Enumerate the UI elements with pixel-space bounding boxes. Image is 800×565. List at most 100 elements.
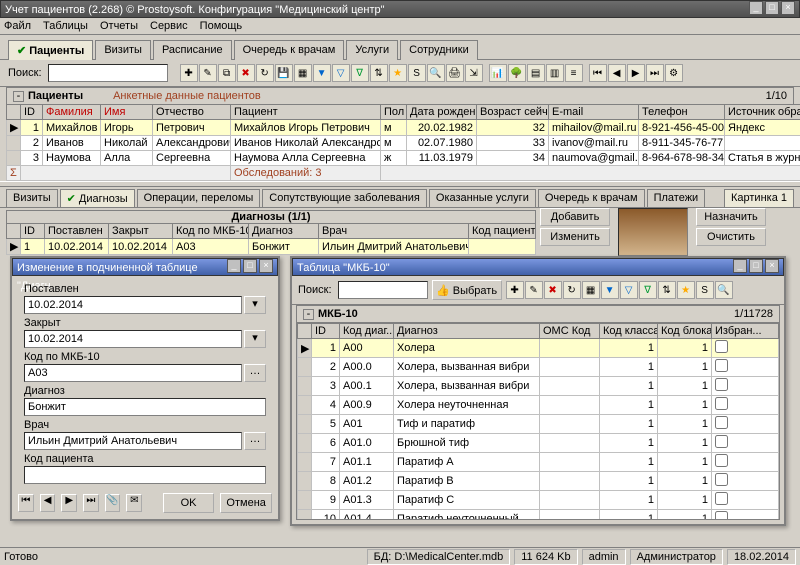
table-row[interactable]: 4A00.9Холера неуточненная11 (298, 396, 779, 415)
grid-icon[interactable]: ▦ (582, 281, 600, 299)
sql-icon[interactable]: S (696, 281, 714, 299)
cancel-button[interactable]: Отмена (220, 493, 272, 513)
date-picker-icon[interactable]: ▾ (244, 330, 266, 348)
grid-icon[interactable]: ▦ (294, 64, 312, 82)
sort-icon[interactable]: ⇅ (370, 64, 388, 82)
sort-icon[interactable]: ⇅ (658, 281, 676, 299)
edit-icon[interactable]: ✎ (525, 281, 543, 299)
table-row[interactable]: ▶1МихайловИгорьПетровичМихайлов Игорь Пе… (7, 120, 800, 136)
grid2-icon[interactable]: ▥ (546, 64, 564, 82)
subtab-platezhi[interactable]: Платежи (647, 189, 706, 207)
table-row[interactable]: 3A00.1Холера, вызванная вибри11 (298, 377, 779, 396)
table-row[interactable]: 2A00.0Холера, вызванная вибри11 (298, 358, 779, 377)
input-pat[interactable] (24, 466, 266, 484)
tab-raspisanie[interactable]: Расписание (153, 40, 232, 60)
sql-icon[interactable]: S (408, 64, 426, 82)
table-row[interactable]: 6A01.0Брюшной тиф11 (298, 434, 779, 453)
fav-checkbox[interactable] (715, 359, 728, 372)
delete-icon[interactable]: ✖ (544, 281, 562, 299)
input-diag[interactable] (24, 398, 266, 416)
table-row[interactable]: 2ИвановНиколайАлександровичИванов Никола… (7, 136, 800, 151)
table-row[interactable]: ▶1A00Холера11 (298, 339, 779, 358)
mail-icon[interactable]: ✉ (126, 494, 142, 512)
table-row[interactable]: 7A01.1Паратиф A11 (298, 453, 779, 472)
tab-ochered[interactable]: Очередь к врачам (234, 40, 345, 60)
menu-service[interactable]: Сервис (150, 20, 188, 32)
mkb-min-button[interactable]: _ (733, 259, 747, 273)
tree-icon[interactable]: 🌳 (508, 64, 526, 82)
maximize-button[interactable]: □ (765, 1, 779, 15)
menu-file[interactable]: Файл (4, 20, 31, 32)
subtab-ochered[interactable]: Очередь к врачам (538, 189, 645, 207)
menu-reports[interactable]: Отчеты (100, 20, 138, 32)
input-doc[interactable] (24, 432, 242, 450)
filter-icon[interactable]: ▼ (313, 64, 331, 82)
mkb-close-button[interactable]: × (765, 259, 779, 273)
lookup-icon[interactable]: … (244, 432, 266, 450)
card-icon[interactable]: ▤ (527, 64, 545, 82)
assign-button[interactable]: Назначить (696, 208, 766, 226)
minimize-button[interactable]: _ (749, 1, 763, 15)
patients-table[interactable]: ID Фамилия Имя ОтчествоПациент ПолДата р… (6, 104, 800, 181)
input-code[interactable] (24, 364, 242, 382)
input-postavlen[interactable] (24, 296, 242, 314)
fav-checkbox[interactable] (715, 511, 728, 520)
nav-last-icon[interactable]: ⏭ (646, 64, 664, 82)
subtab-soputst[interactable]: Сопутствующие заболевания (262, 189, 427, 207)
binocular-icon[interactable]: 🔍 (715, 281, 733, 299)
table-row[interactable]: 9A01.3Паратиф C11 (298, 491, 779, 510)
diag-table[interactable]: IDПоставленЗакрытКод по МКБ-10ДиагнозВра… (6, 223, 536, 255)
collapse-icon[interactable]: - (13, 91, 24, 102)
chart-icon[interactable]: 📊 (489, 64, 507, 82)
edit-icon[interactable]: ✎ (199, 64, 217, 82)
date-picker-icon[interactable]: ▾ (244, 296, 266, 314)
star-icon[interactable]: ★ (677, 281, 695, 299)
save-icon[interactable]: 💾 (275, 64, 293, 82)
dlg-max-button[interactable]: □ (243, 259, 257, 273)
new-icon[interactable]: ✚ (180, 64, 198, 82)
search-input[interactable] (48, 64, 168, 82)
attach-icon[interactable]: 📎 (105, 494, 121, 512)
new-icon[interactable]: ✚ (506, 281, 524, 299)
rec-first-icon[interactable]: ⏮ (18, 494, 34, 512)
mkb-table[interactable]: IDКод диаг...ДиагнозОМС КодКод классаКод… (297, 323, 779, 520)
add-button[interactable]: Добавить (540, 208, 610, 226)
edit-dialog-titlebar[interactable]: Изменение в подчиненной таблице "Диагн..… (12, 258, 278, 276)
fav-checkbox[interactable] (715, 435, 728, 448)
binocular-icon[interactable]: 🔍 (427, 64, 445, 82)
fav-checkbox[interactable] (715, 473, 728, 486)
mkb-search-input[interactable] (338, 281, 428, 299)
tab-patsienty[interactable]: ✔Пациенты (8, 40, 93, 60)
fav-checkbox[interactable] (715, 416, 728, 429)
fav-checkbox[interactable] (715, 378, 728, 391)
subtab-vizity[interactable]: Визиты (6, 189, 58, 207)
subtab-uslugi[interactable]: Оказанные услуги (429, 189, 536, 207)
dlg-close-button[interactable]: × (259, 259, 273, 273)
nav-first-icon[interactable]: ⏮ (589, 64, 607, 82)
clear-button[interactable]: Очистить (696, 228, 766, 246)
table-row[interactable]: 10A01.4Паратиф неуточненный11 (298, 510, 779, 521)
star-icon[interactable]: ★ (389, 64, 407, 82)
fav-checkbox[interactable] (715, 397, 728, 410)
lookup-icon[interactable]: … (244, 364, 266, 382)
refresh-icon[interactable]: ↻ (563, 281, 581, 299)
delete-icon[interactable]: ✖ (237, 64, 255, 82)
fav-checkbox[interactable] (715, 454, 728, 467)
ok-button[interactable]: OK (163, 493, 215, 513)
funnel-icon[interactable]: ∇ (351, 64, 369, 82)
fav-checkbox[interactable] (715, 492, 728, 505)
export-icon[interactable]: ⇲ (465, 64, 483, 82)
table-row[interactable]: 3НаумоваАллаСергеевнаНаумова Алла Сергее… (7, 151, 800, 166)
print-icon[interactable]: 🖨 (446, 64, 464, 82)
mkb-max-button[interactable]: □ (749, 259, 763, 273)
nav-prev-icon[interactable]: ◀ (608, 64, 626, 82)
refresh-icon[interactable]: ↻ (256, 64, 274, 82)
tab-vizity[interactable]: Визиты (95, 40, 151, 60)
rec-next-icon[interactable]: ▶ (61, 494, 77, 512)
tab-kartinka[interactable]: Картинка 1 (724, 189, 794, 207)
table-row[interactable]: 5A01Тиф и паратиф11 (298, 415, 779, 434)
close-button[interactable]: × (781, 1, 795, 15)
filter2-icon[interactable]: ▽ (332, 64, 350, 82)
copy-icon[interactable]: ⧉ (218, 64, 236, 82)
tab-uslugi[interactable]: Услуги (346, 40, 398, 60)
